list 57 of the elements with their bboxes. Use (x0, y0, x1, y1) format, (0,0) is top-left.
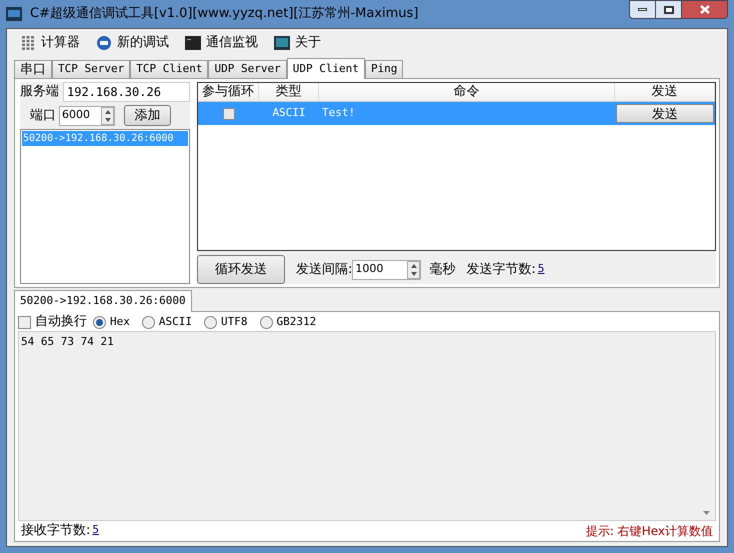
port-label: 端口 (30, 106, 56, 125)
port-input[interactable]: 6000 (59, 106, 115, 126)
type-cell-text: ASCII (271, 105, 307, 122)
loop-checkbox[interactable] (222, 108, 234, 120)
server-label: 服务端 (20, 83, 59, 102)
tab[interactable]: UDP Client (286, 58, 365, 79)
tab[interactable]: TCP Server (52, 60, 130, 78)
window-title: C#超级通信调试工具[v1.0][www.yyzq.net][江苏常州-Maximus] (30, 5, 418, 24)
received-bytes-label: 接收字节数: (21, 522, 90, 540)
unit-label: 毫秒 (429, 260, 456, 279)
receive-text-area[interactable]: 54 65 73 74 21 (18, 331, 716, 521)
encoding-radio[interactable]: UTF8 (204, 314, 248, 330)
down-arrow-icon (410, 272, 417, 276)
down-arrow-icon (104, 118, 110, 122)
app-icon (6, 7, 22, 21)
wrap-label: 自动换行 (35, 313, 87, 332)
server-input[interactable]: 192.168.30.26 (63, 82, 190, 102)
menu-item[interactable]: 通信监视 (185, 32, 258, 52)
column-header: 类型 (259, 83, 319, 101)
close-icon (700, 5, 710, 14)
encoding-radio[interactable]: ASCII (142, 314, 192, 330)
hint-text: 提示: 右键Hex计算数值 (586, 522, 713, 540)
minimize-button[interactable] (629, 0, 656, 19)
encoding-radio[interactable]: GB2312 (260, 314, 316, 330)
close-button[interactable] (682, 0, 728, 19)
send-button[interactable]: 发送 (616, 104, 714, 123)
tab[interactable]: Ping (364, 60, 404, 78)
column-header: 参与循环 (198, 83, 259, 101)
menu-item[interactable]: 计算器 (20, 32, 80, 52)
received-bytes-value: 5 (92, 522, 100, 538)
tab[interactable]: TCP Client (130, 60, 208, 78)
spinner-arrows[interactable] (407, 260, 420, 278)
menu-item[interactable]: 关于 (274, 32, 321, 52)
tab[interactable]: UDP Server (208, 60, 287, 78)
up-arrow-icon (104, 110, 110, 114)
tab[interactable]: 串口 (14, 60, 52, 78)
up-arrow-icon (410, 264, 417, 268)
command-row[interactable]: ASCII Test! 发送 (198, 102, 715, 125)
spinner-arrows[interactable] (101, 106, 114, 124)
sent-bytes-label: 发送字节数: (466, 260, 536, 279)
encoding-radio[interactable]: Hex (93, 314, 130, 330)
sent-bytes-value: 5 (538, 261, 544, 278)
maximize-button[interactable] (656, 0, 682, 19)
terminal-icon (185, 36, 201, 50)
wrap-checkbox[interactable] (18, 316, 31, 328)
add-button[interactable]: 添加 (124, 105, 171, 126)
interval-label: 发送间隔: (296, 260, 352, 279)
command-cell-text: Test! (321, 105, 356, 122)
interval-input[interactable]: 1000 (352, 260, 422, 280)
column-header: 命令 (319, 83, 615, 101)
menu-item[interactable]: 新的调试 (96, 32, 169, 52)
tab[interactable]: 50200->192.168.30.26:6000 (14, 290, 192, 312)
down-arrow-icon (702, 511, 710, 515)
calculator-icon (20, 34, 36, 50)
loop-send-button[interactable]: 循环发送 (197, 255, 285, 284)
screen-icon (274, 34, 290, 50)
column-header: 发送 (615, 83, 715, 101)
